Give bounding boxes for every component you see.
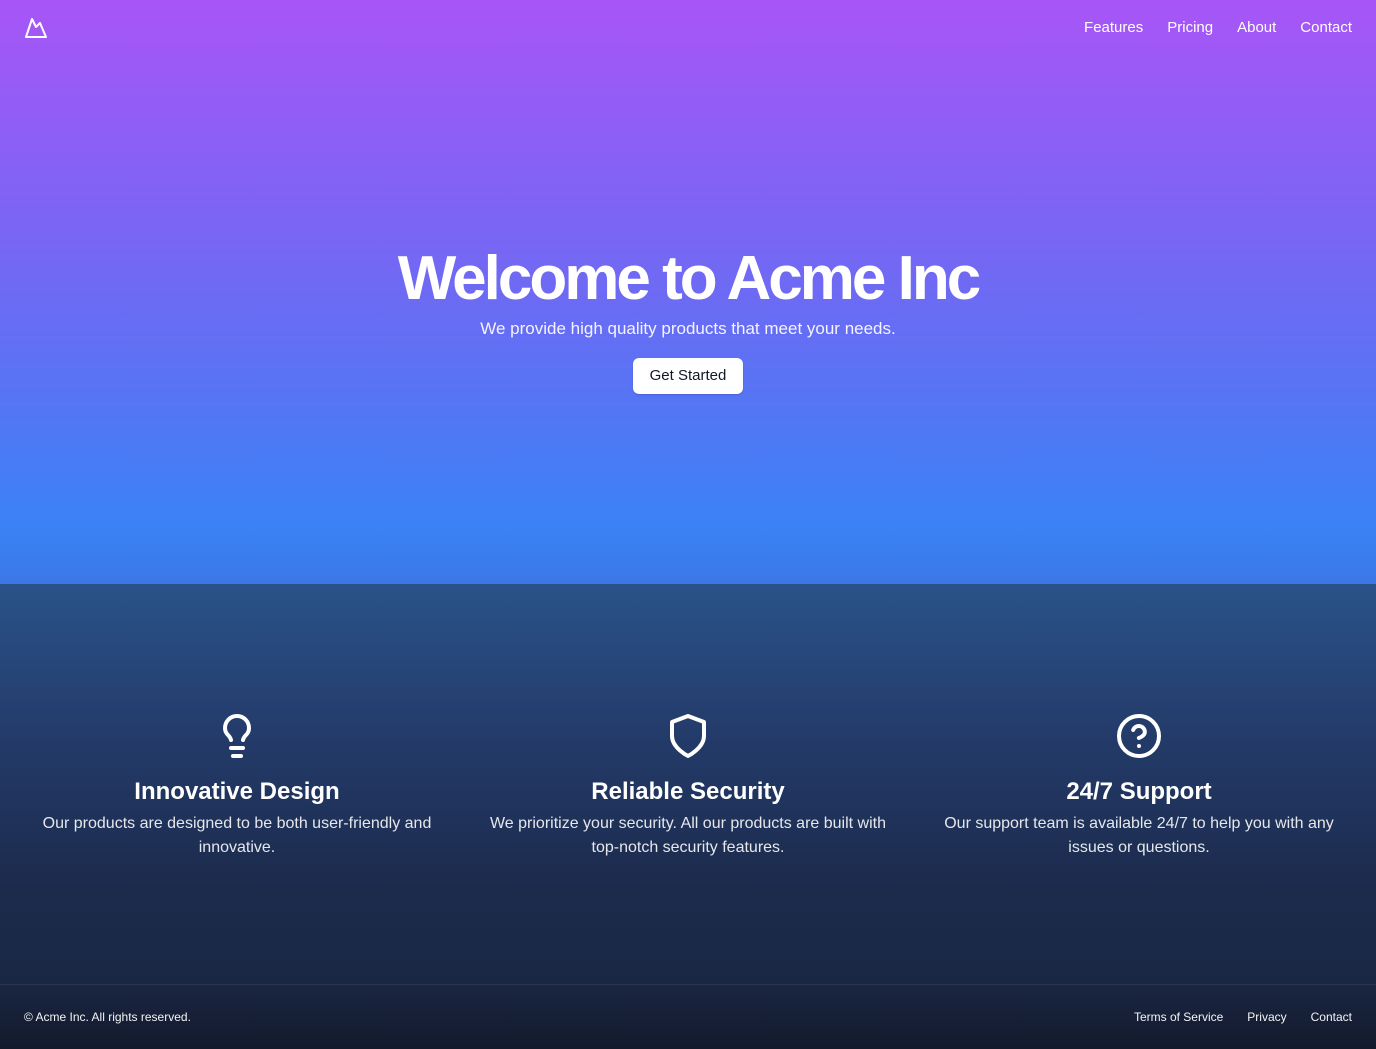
site-footer: © Acme Inc. All rights reserved. Terms o… (0, 984, 1376, 1049)
feature-card-support: 24/7 Support Our support team is availab… (926, 712, 1352, 860)
footer-link-contact[interactable]: Contact (1311, 1009, 1352, 1025)
feature-description: We prioritize your security. All our pro… (489, 815, 886, 856)
get-started-button[interactable]: Get Started (633, 358, 743, 394)
copyright-text: © Acme Inc. All rights reserved. (24, 1010, 191, 1024)
nav-link-contact[interactable]: Contact (1300, 18, 1352, 38)
feature-title: Innovative Design (134, 778, 340, 805)
mountain-logo-icon (25, 18, 47, 38)
nav-link-pricing[interactable]: Pricing (1167, 18, 1213, 38)
nav-link-about[interactable]: About (1237, 18, 1276, 38)
feature-description: Our products are designed to be both use… (42, 815, 432, 856)
footer-link-terms[interactable]: Terms of Service (1134, 1009, 1223, 1025)
feature-title: 24/7 Support (1066, 778, 1212, 805)
lightbulb-icon (223, 714, 251, 758)
feature-description: Our support team is available 24/7 to he… (944, 815, 1334, 856)
footer-link-privacy[interactable]: Privacy (1247, 1009, 1286, 1025)
nav-link-features[interactable]: Features (1084, 18, 1143, 38)
features-section: Innovative Design Our products are desig… (0, 584, 1376, 985)
help-circle-icon (1117, 714, 1161, 758)
hero-subtitle: We provide high quality products that me… (480, 319, 896, 338)
footer-nav: Terms of Service Privacy Contact (1134, 1009, 1352, 1025)
feature-card-innovative-design: Innovative Design Our products are desig… (24, 712, 450, 860)
hero-section: Features Pricing About Contact Welcome t… (0, 0, 1376, 584)
main-nav: Features Pricing About Contact (1084, 18, 1352, 38)
shield-icon (670, 714, 706, 758)
hero-title: Welcome to Acme Inc (397, 244, 981, 313)
hero-content: Welcome to Acme Inc We provide high qual… (0, 244, 1376, 394)
feature-card-reliable-security: Reliable Security We prioritize your sec… (475, 712, 901, 860)
features-row: Innovative Design Our products are desig… (0, 712, 1376, 860)
feature-title: Reliable Security (591, 778, 785, 805)
